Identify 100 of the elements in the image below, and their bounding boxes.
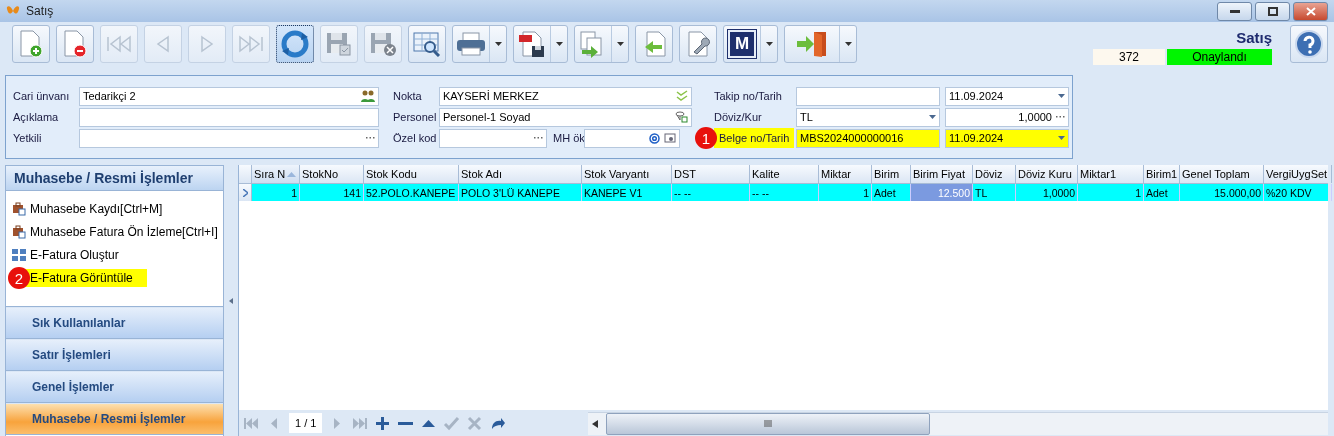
- caret-icon: [765, 42, 773, 46]
- table-cell: 52.POLO.KANEPE: [364, 184, 459, 201]
- print-button[interactable]: [452, 25, 507, 63]
- at-sign-icon: [649, 132, 660, 144]
- m-button[interactable]: M: [723, 25, 778, 63]
- restore-icon: [1267, 6, 1278, 16]
- date-picker[interactable]: 11.09.2024: [945, 128, 1069, 148]
- column-header[interactable]: StokNo: [300, 165, 364, 183]
- text-field[interactable]: Tedarikçi 2: [79, 86, 379, 106]
- table-cell: 12.500: [911, 184, 973, 201]
- menu-item[interactable]: Muhasebe Kaydı[Ctrl+M]: [30, 202, 163, 216]
- next-icon: [199, 35, 215, 53]
- minimize-button[interactable]: [1217, 1, 1252, 21]
- new-document-icon: [18, 30, 44, 58]
- grid-icon: [12, 249, 26, 261]
- column-header[interactable]: Miktar1: [1078, 165, 1144, 183]
- people-icon: [361, 90, 375, 102]
- caret-icon: [1058, 136, 1065, 140]
- caret-icon: [494, 42, 502, 46]
- new-button[interactable]: [12, 25, 50, 63]
- text-field[interactable]: [439, 128, 547, 148]
- column-header[interactable]: Birim Fiyat: [911, 165, 973, 183]
- close-button[interactable]: [1293, 1, 1328, 21]
- caret-icon: [1058, 94, 1065, 98]
- menu-item[interactable]: E-Fatura Görüntüle: [24, 269, 147, 287]
- group-button[interactable]: Satır İşlemleri: [6, 339, 223, 371]
- document-title: Satış: [1236, 29, 1272, 46]
- group-button[interactable]: Sık Kullanılanlar: [6, 307, 223, 339]
- close-icon: [1305, 6, 1316, 16]
- field-label: Personel: [393, 111, 437, 123]
- delete-document-icon: [62, 30, 88, 58]
- grid-search-button[interactable]: [408, 25, 446, 63]
- briefcase-icon: [12, 225, 26, 239]
- table-search-icon: [412, 31, 442, 57]
- step-badge: 2: [8, 267, 30, 289]
- column-header[interactable]: Birim1: [1144, 165, 1180, 183]
- text-field[interactable]: [584, 128, 680, 148]
- text-field[interactable]: KAYSERİ MERKEZ: [439, 86, 692, 106]
- caret-icon: [844, 42, 852, 46]
- column-header[interactable]: Döviz Kuru: [1016, 165, 1078, 183]
- menu-item[interactable]: Muhasebe Fatura Ön İzleme[Ctrl+I]: [30, 225, 218, 239]
- pdf-button[interactable]: [513, 25, 568, 63]
- refresh-button[interactable]: [276, 25, 314, 63]
- column-header[interactable]: Genel Toplam: [1180, 165, 1264, 183]
- field-label: Nokta: [393, 90, 423, 102]
- group-button[interactable]: Genel İşlemler: [6, 371, 223, 403]
- status-label: Onaylandı: [1167, 49, 1272, 65]
- field-label: MH ök: [552, 132, 582, 144]
- column-header[interactable]: VergiUygSet: [1264, 165, 1332, 183]
- m-logo-icon: M: [728, 30, 756, 58]
- column-header[interactable]: Stok Varyantı: [582, 165, 672, 183]
- document-number: 372: [1093, 49, 1165, 65]
- exit-button[interactable]: [784, 25, 857, 63]
- table-cell: -- --: [672, 184, 750, 201]
- help-icon: [1295, 30, 1323, 58]
- horizontal-scrollbar[interactable]: [588, 411, 1328, 435]
- field-label: Yetkili: [13, 132, 43, 144]
- column-header[interactable]: Stok Kodu: [364, 165, 459, 183]
- previous-icon: [155, 35, 171, 53]
- table-cell: POLO 3'LÜ KANEPE: [459, 184, 582, 201]
- column-header[interactable]: Stok Adı: [459, 165, 582, 183]
- column-header[interactable]: DST: [672, 165, 750, 183]
- tools-button[interactable]: [679, 25, 717, 63]
- delete-button[interactable]: [56, 25, 94, 63]
- table-cell: 141: [300, 184, 364, 201]
- save-cancel-icon: [369, 31, 397, 57]
- sort-ascending-icon: [287, 171, 297, 177]
- filter-check-icon: [675, 111, 688, 123]
- help-button[interactable]: [1290, 25, 1328, 63]
- currency-dropdown[interactable]: TL: [796, 107, 940, 127]
- table-cell: 1: [1078, 184, 1144, 201]
- restore-button[interactable]: [1255, 1, 1290, 21]
- printer-icon: [455, 31, 487, 57]
- text-field[interactable]: MBS2024000000016: [796, 128, 940, 148]
- refresh-icon: [280, 30, 310, 58]
- export-button[interactable]: [574, 25, 629, 63]
- preview-icon: [664, 133, 676, 143]
- caret-icon: [555, 42, 563, 46]
- column-header[interactable]: Kalite: [750, 165, 819, 183]
- table-cell: KANEPE V1: [582, 184, 672, 201]
- table-cell: 1: [252, 184, 300, 201]
- table-cell: Adet: [1144, 184, 1180, 201]
- text-field[interactable]: [796, 86, 940, 106]
- column-header[interactable]: Birim: [872, 165, 911, 183]
- scroll-left-icon[interactable]: [592, 419, 598, 428]
- column-header[interactable]: Döviz: [973, 165, 1016, 183]
- rate-field[interactable]: 1,0000: [945, 107, 1069, 127]
- date-picker[interactable]: 11.09.2024: [945, 86, 1069, 106]
- add-icon[interactable]: [374, 414, 392, 432]
- table-cell: TL: [973, 184, 1016, 201]
- first-icon: [105, 35, 133, 53]
- caret-icon: [616, 42, 624, 46]
- import-button[interactable]: [635, 25, 673, 63]
- text-field[interactable]: [79, 107, 379, 127]
- text-field[interactable]: Personel-1 Soyad: [439, 107, 692, 127]
- text-field[interactable]: [79, 128, 379, 148]
- group-button[interactable]: Muhasebe / Resmi İşlemler: [6, 403, 223, 435]
- column-header[interactable]: Miktar: [819, 165, 872, 183]
- column-header[interactable]: Sıra N: [252, 165, 300, 183]
- menu-item[interactable]: E-Fatura Oluştur: [30, 248, 119, 262]
